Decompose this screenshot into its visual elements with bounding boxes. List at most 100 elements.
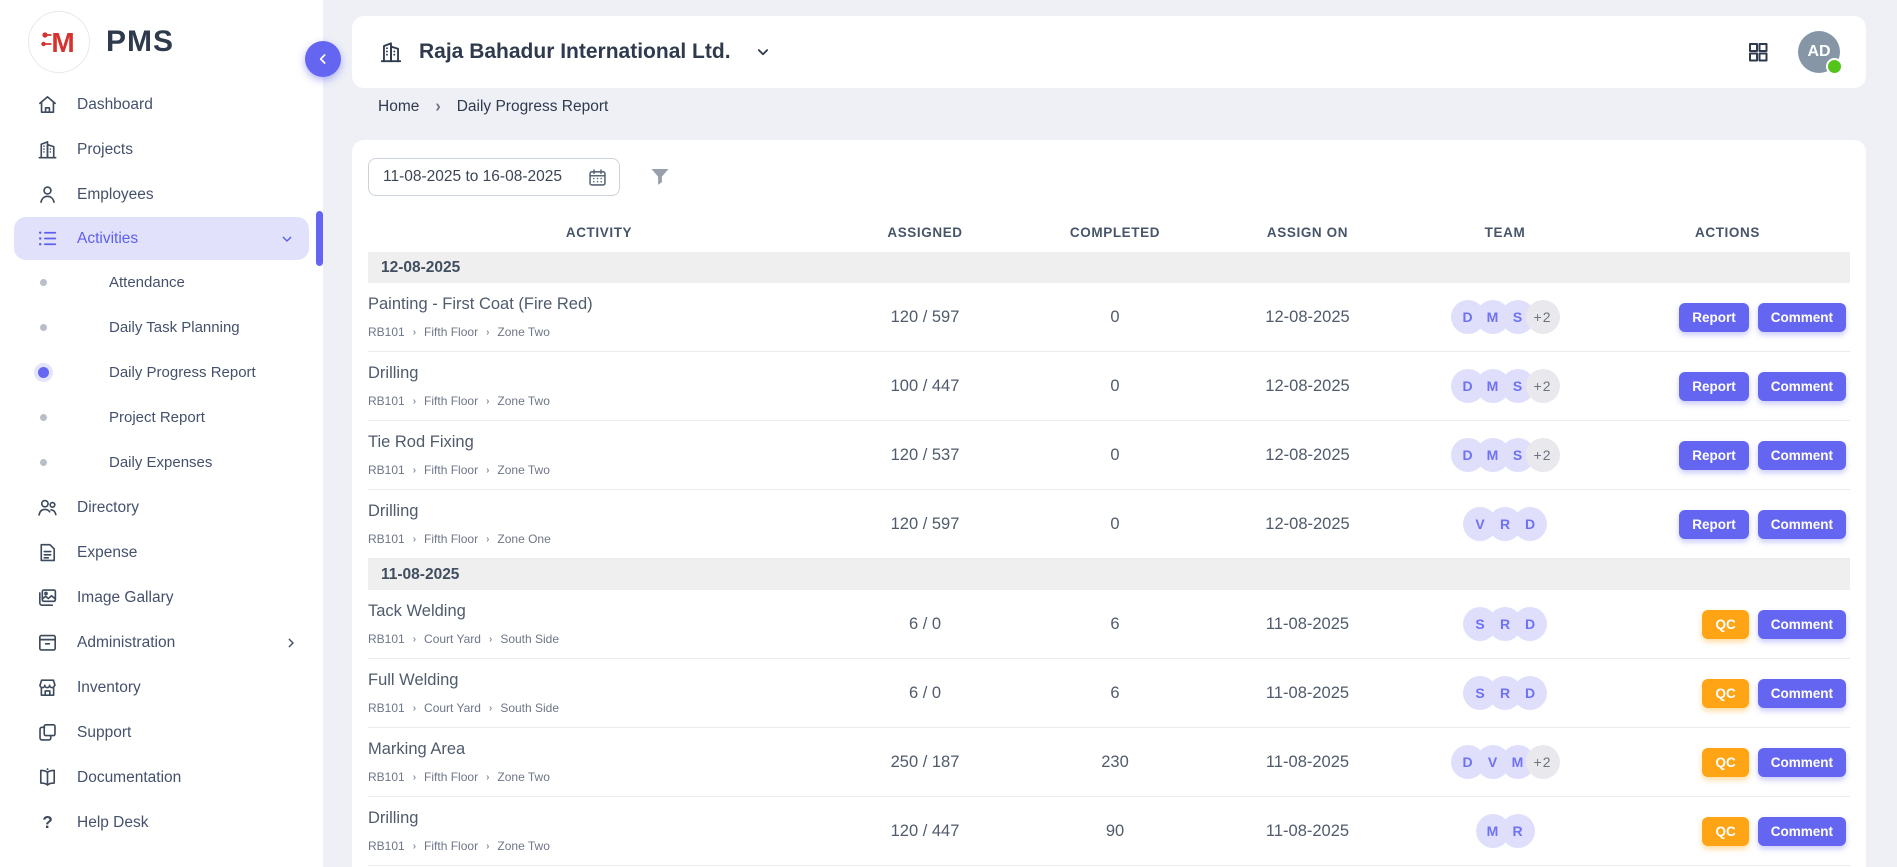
report-button[interactable]: Report	[1679, 372, 1749, 401]
sidebar-item-support[interactable]: Support	[0, 710, 323, 755]
qc-button[interactable]: QC	[1702, 748, 1748, 777]
comment-button[interactable]: Comment	[1758, 679, 1846, 708]
qc-button[interactable]: QC	[1702, 610, 1748, 639]
activity-location-segment: RB101	[368, 770, 405, 784]
breadcrumb-current: Daily Progress Report	[457, 98, 609, 116]
chevron-left-icon	[315, 51, 331, 67]
comment-button[interactable]: Comment	[1758, 441, 1846, 470]
completed-value: 0	[1020, 308, 1210, 327]
sidebar-subitem-project-report[interactable]: Project Report	[0, 395, 323, 440]
sidebar-item-inventory[interactable]: Inventory	[0, 665, 323, 710]
chevron-right-icon: ›	[413, 634, 416, 645]
team-member-avatar[interactable]: D	[1513, 507, 1547, 541]
team-member-avatar[interactable]: R	[1501, 814, 1535, 848]
table-body: 12-08-2025Painting - First Coat (Fire Re…	[368, 252, 1850, 866]
filter-button[interactable]	[648, 165, 672, 189]
team-avatars: VRD	[1405, 507, 1605, 541]
qc-button[interactable]: QC	[1702, 679, 1748, 708]
activity-title: Tack Welding	[368, 602, 820, 621]
team-avatars: MR	[1405, 814, 1605, 848]
bullet-dot-icon	[40, 459, 47, 466]
sidebar-subitem-daily-progress-report[interactable]: Daily Progress Report	[0, 350, 323, 395]
activity-location-segment: Fifth Floor	[424, 325, 478, 339]
report-button[interactable]: Report	[1679, 510, 1749, 539]
row-actions: Report Comment	[1605, 303, 1850, 332]
date-group-header: 11-08-2025	[368, 559, 1850, 590]
comment-button[interactable]: Comment	[1758, 510, 1846, 539]
assigned-value: 120 / 597	[830, 308, 1020, 327]
activity-location-segment: South Side	[500, 701, 559, 715]
chevron-right-icon: ›	[413, 534, 416, 545]
sidebar-item-dashboard[interactable]: Dashboard	[0, 82, 323, 127]
sidebar-item-image-gallary[interactable]: Image Gallary	[0, 575, 323, 620]
person-icon	[36, 183, 59, 206]
completed-value: 0	[1020, 377, 1210, 396]
daily-progress-report-panel: 11-08-2025 to 16-08-2025 ACTIVITY ASSIGN…	[352, 140, 1866, 867]
comment-button[interactable]: Comment	[1758, 303, 1846, 332]
team-member-avatar[interactable]: D	[1513, 676, 1547, 710]
table-row: DrillingRB101›Fifth Floor›Zone Two120 / …	[368, 797, 1850, 866]
team-more-badge[interactable]: +2	[1526, 369, 1560, 403]
activity-location-segment: RB101	[368, 532, 405, 546]
sidebar-subitem-label: Project Report	[109, 409, 205, 426]
breadcrumb: Home › Daily Progress Report	[378, 98, 608, 116]
sidebar-item-help-desk[interactable]: ? Help Desk	[0, 800, 323, 845]
sidebar-subitem-attendance[interactable]: Attendance	[0, 260, 323, 305]
activity-location: RB101›Fifth Floor›Zone One	[368, 532, 820, 546]
breadcrumb-home[interactable]: Home	[378, 98, 419, 116]
activity-location-segment: RB101	[368, 632, 405, 646]
activity-title: Marking Area	[368, 740, 820, 759]
copy-icon	[36, 721, 59, 744]
column-header-activity: ACTIVITY	[368, 225, 830, 240]
row-actions: QC Comment	[1605, 817, 1850, 846]
comment-button[interactable]: Comment	[1758, 817, 1846, 846]
team-more-badge[interactable]: +2	[1526, 438, 1560, 472]
app-logo: M PMS	[0, 0, 323, 76]
assigned-value: 250 / 187	[830, 753, 1020, 772]
completed-value: 6	[1020, 684, 1210, 703]
sidebar-item-directory[interactable]: Directory	[0, 485, 323, 530]
sidebar-item-label: Help Desk	[77, 814, 149, 832]
activity-location-segment: Zone One	[497, 532, 550, 546]
table-header-row: ACTIVITY ASSIGNED COMPLETED ASSIGN ON TE…	[368, 212, 1850, 252]
assign-on-date: 12-08-2025	[1210, 377, 1405, 396]
logo-mark-icon: M	[28, 11, 90, 73]
comment-button[interactable]: Comment	[1758, 610, 1846, 639]
report-button[interactable]: Report	[1679, 441, 1749, 470]
comment-button[interactable]: Comment	[1758, 748, 1846, 777]
table-row: Full WeldingRB101›Court Yard›South Side6…	[368, 659, 1850, 728]
sidebar-item-documentation[interactable]: Documentation	[0, 755, 323, 800]
sidebar-item-administration[interactable]: Administration	[0, 620, 323, 665]
sidebar-item-label: Administration	[77, 634, 175, 652]
user-avatar[interactable]: AD	[1798, 31, 1840, 73]
team-more-badge[interactable]: +2	[1526, 745, 1560, 779]
team-member-avatar[interactable]: D	[1513, 607, 1547, 641]
date-range-input[interactable]: 11-08-2025 to 16-08-2025	[368, 158, 620, 196]
team-avatars: DMS+2	[1405, 300, 1605, 334]
qc-button[interactable]: QC	[1702, 817, 1748, 846]
sidebar-subitem-daily-task-planning[interactable]: Daily Task Planning	[0, 305, 323, 350]
sidebar-item-label: Activities	[77, 230, 138, 248]
report-button[interactable]: Report	[1679, 303, 1749, 332]
sidebar-item-expense[interactable]: Expense	[0, 530, 323, 575]
activity-title: Tie Rod Fixing	[368, 433, 820, 452]
activity-title: Drilling	[368, 502, 820, 521]
company-selector[interactable]: Raja Bahadur International Ltd.	[378, 39, 772, 65]
apps-grid-button[interactable]	[1746, 40, 1770, 64]
sidebar-collapse-button[interactable]	[305, 41, 341, 77]
chevron-right-icon: ›	[486, 465, 489, 476]
question-icon: ?	[36, 811, 59, 834]
comment-button[interactable]: Comment	[1758, 372, 1846, 401]
activity-location-segment: RB101	[368, 701, 405, 715]
assign-on-date: 11-08-2025	[1210, 753, 1405, 772]
sidebar-item-projects[interactable]: Projects	[0, 127, 323, 172]
activity-location: RB101›Fifth Floor›Zone Two	[368, 394, 820, 408]
sidebar-item-activities[interactable]: Activities	[14, 217, 309, 260]
team-more-badge[interactable]: +2	[1526, 300, 1560, 334]
sidebar-item-employees[interactable]: Employees	[0, 172, 323, 217]
activity-location-segment: Zone Two	[497, 839, 549, 853]
sidebar-menu: DashboardProjectsEmployees Activities Atte…	[0, 76, 323, 845]
activity-location-segment: Fifth Floor	[424, 770, 478, 784]
sidebar-subitem-daily-expenses[interactable]: Daily Expenses	[0, 440, 323, 485]
gallery-icon	[36, 586, 59, 609]
